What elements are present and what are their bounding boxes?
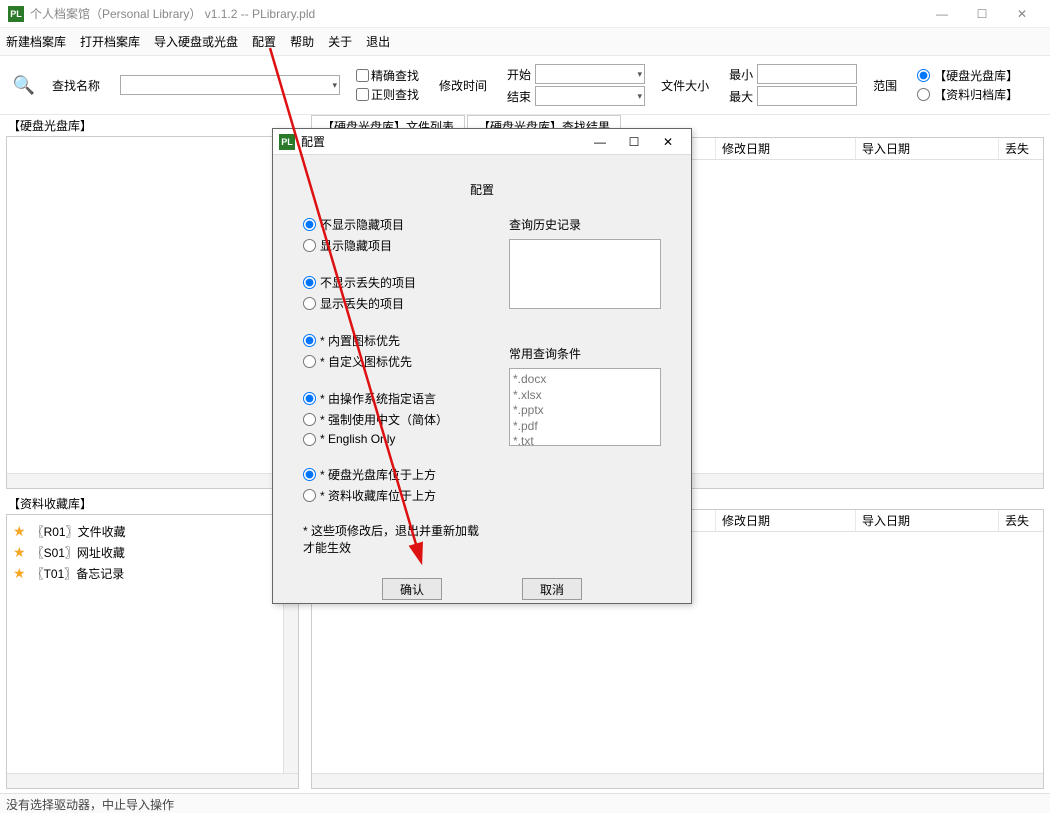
end-date-combo[interactable]: ▾ xyxy=(535,86,645,106)
dialog-heading: 配置 xyxy=(303,173,661,216)
collection-label: 【资料收藏库】 xyxy=(0,493,305,514)
col-import-date[interactable]: 导入日期 xyxy=(856,510,999,531)
disk-lib-tree[interactable] xyxy=(6,136,299,489)
max-size-input[interactable] xyxy=(757,86,857,106)
radio-pos-collection[interactable]: * 资料收藏库位于上方 xyxy=(303,487,485,504)
status-bar: 没有选择驱动器，中止导入操作 xyxy=(0,793,1050,813)
star-icon: ★ xyxy=(13,523,26,540)
radio-show-hidden[interactable]: 显示隐藏项目 xyxy=(303,237,485,254)
list-item[interactable]: ★〖R01〗文件收藏 xyxy=(13,521,292,542)
scrollbar-h[interactable] xyxy=(7,773,298,788)
disk-lib-label: 【硬盘光盘库】 xyxy=(0,115,305,136)
star-icon: ★ xyxy=(13,565,26,582)
col-mod-date[interactable]: 修改日期 xyxy=(716,138,856,159)
search-icon: 🔍 xyxy=(12,73,36,97)
menu-help[interactable]: 帮助 xyxy=(290,33,314,50)
scope-label: 范围 xyxy=(873,77,897,94)
dialog-title: 配置 xyxy=(301,133,583,150)
menu-open[interactable]: 打开档案库 xyxy=(80,33,140,50)
radio-lang-en[interactable]: * English Only xyxy=(303,432,485,446)
menu-config[interactable]: 配置 xyxy=(252,33,276,50)
config-dialog: PL 配置 — ☐ ✕ 配置 不显示隐藏项目 显示隐藏项目 不显示丢失的项目 显… xyxy=(272,128,692,604)
query-label: 常用查询条件 xyxy=(509,345,661,362)
window-title: 个人档案馆（Personal Library） v1.1.2 -- PLibra… xyxy=(30,5,922,22)
minimize-button[interactable]: — xyxy=(922,3,962,25)
history-listbox[interactable] xyxy=(509,239,661,309)
radio-lang-os[interactable]: * 由操作系统指定语言 xyxy=(303,390,485,407)
restart-note: * 这些项修改后，退出并重新加载才能生效 xyxy=(303,522,485,556)
list-item[interactable]: ★〖S01〗网址收藏 xyxy=(13,542,292,563)
menu-import[interactable]: 导入硬盘或光盘 xyxy=(154,33,238,50)
search-name-label: 查找名称 xyxy=(52,77,100,94)
col-mod-date[interactable]: 修改日期 xyxy=(716,510,856,531)
cancel-button[interactable]: 取消 xyxy=(522,578,582,600)
menu-about[interactable]: 关于 xyxy=(328,33,352,50)
menu-exit[interactable]: 退出 xyxy=(366,33,390,50)
radio-hide-lost[interactable]: 不显示丢失的项目 xyxy=(303,274,485,291)
scope-disk-radio[interactable]: 【硬盘光盘库】 xyxy=(917,67,1018,84)
min-label: 最小 xyxy=(729,66,753,83)
dialog-close[interactable]: ✕ xyxy=(651,135,685,149)
app-icon: PL xyxy=(279,134,295,150)
col-import-date[interactable]: 导入日期 xyxy=(856,138,999,159)
filesize-label: 文件大小 xyxy=(661,77,709,94)
col-lost[interactable]: 丢失 xyxy=(999,138,1039,159)
radio-pos-disk[interactable]: * 硬盘光盘库位于上方 xyxy=(303,466,485,483)
radio-show-lost[interactable]: 显示丢失的项目 xyxy=(303,295,485,312)
close-button[interactable]: ✕ xyxy=(1002,3,1042,25)
star-icon: ★ xyxy=(13,544,26,561)
scope-archive-radio[interactable]: 【资料归档库】 xyxy=(917,86,1018,103)
regex-search-checkbox[interactable]: 正则查找 xyxy=(356,86,419,103)
radio-icon-custom[interactable]: * 自定义图标优先 xyxy=(303,353,485,370)
list-item[interactable]: ★〖T01〗备忘记录 xyxy=(13,563,292,584)
col-lost[interactable]: 丢失 xyxy=(999,510,1039,531)
app-icon: PL xyxy=(8,6,24,22)
title-bar: PL 个人档案馆（Personal Library） v1.1.2 -- PLi… xyxy=(0,0,1050,28)
exact-search-checkbox[interactable]: 精确查找 xyxy=(356,67,419,84)
min-size-input[interactable] xyxy=(757,64,857,84)
menu-bar: 新建档案库 打开档案库 导入硬盘或光盘 配置 帮助 关于 退出 xyxy=(0,28,1050,56)
maximize-button[interactable]: ☐ xyxy=(962,3,1002,25)
scrollbar-h[interactable] xyxy=(312,773,1043,788)
radio-icon-builtin[interactable]: * 内置图标优先 xyxy=(303,332,485,349)
collection-tree[interactable]: ★〖R01〗文件收藏 ★〖S01〗网址收藏 ★〖T01〗备忘记录 xyxy=(6,514,299,789)
radio-hide-hidden[interactable]: 不显示隐藏项目 xyxy=(303,216,485,233)
scrollbar-h[interactable] xyxy=(7,473,298,488)
start-label: 开始 xyxy=(507,66,531,83)
search-toolbar: 🔍 查找名称 ▾ 精确查找 正则查找 修改时间 开始▾ 结束▾ 文件大小 最小 … xyxy=(0,56,1050,115)
query-listbox[interactable]: *.docx *.xlsx *.pptx *.pdf *.txt xyxy=(509,368,661,446)
modtime-label: 修改时间 xyxy=(439,77,487,94)
ok-button[interactable]: 确认 xyxy=(382,578,442,600)
menu-new[interactable]: 新建档案库 xyxy=(6,33,66,50)
max-label: 最大 xyxy=(729,88,753,105)
dialog-minimize[interactable]: — xyxy=(583,135,617,149)
history-label: 查询历史记录 xyxy=(509,216,661,233)
search-name-combo[interactable]: ▾ xyxy=(120,75,340,95)
dialog-maximize[interactable]: ☐ xyxy=(617,135,651,149)
end-label: 结束 xyxy=(507,88,531,105)
radio-lang-cn[interactable]: * 强制使用中文（简体） xyxy=(303,411,485,428)
start-date-combo[interactable]: ▾ xyxy=(535,64,645,84)
